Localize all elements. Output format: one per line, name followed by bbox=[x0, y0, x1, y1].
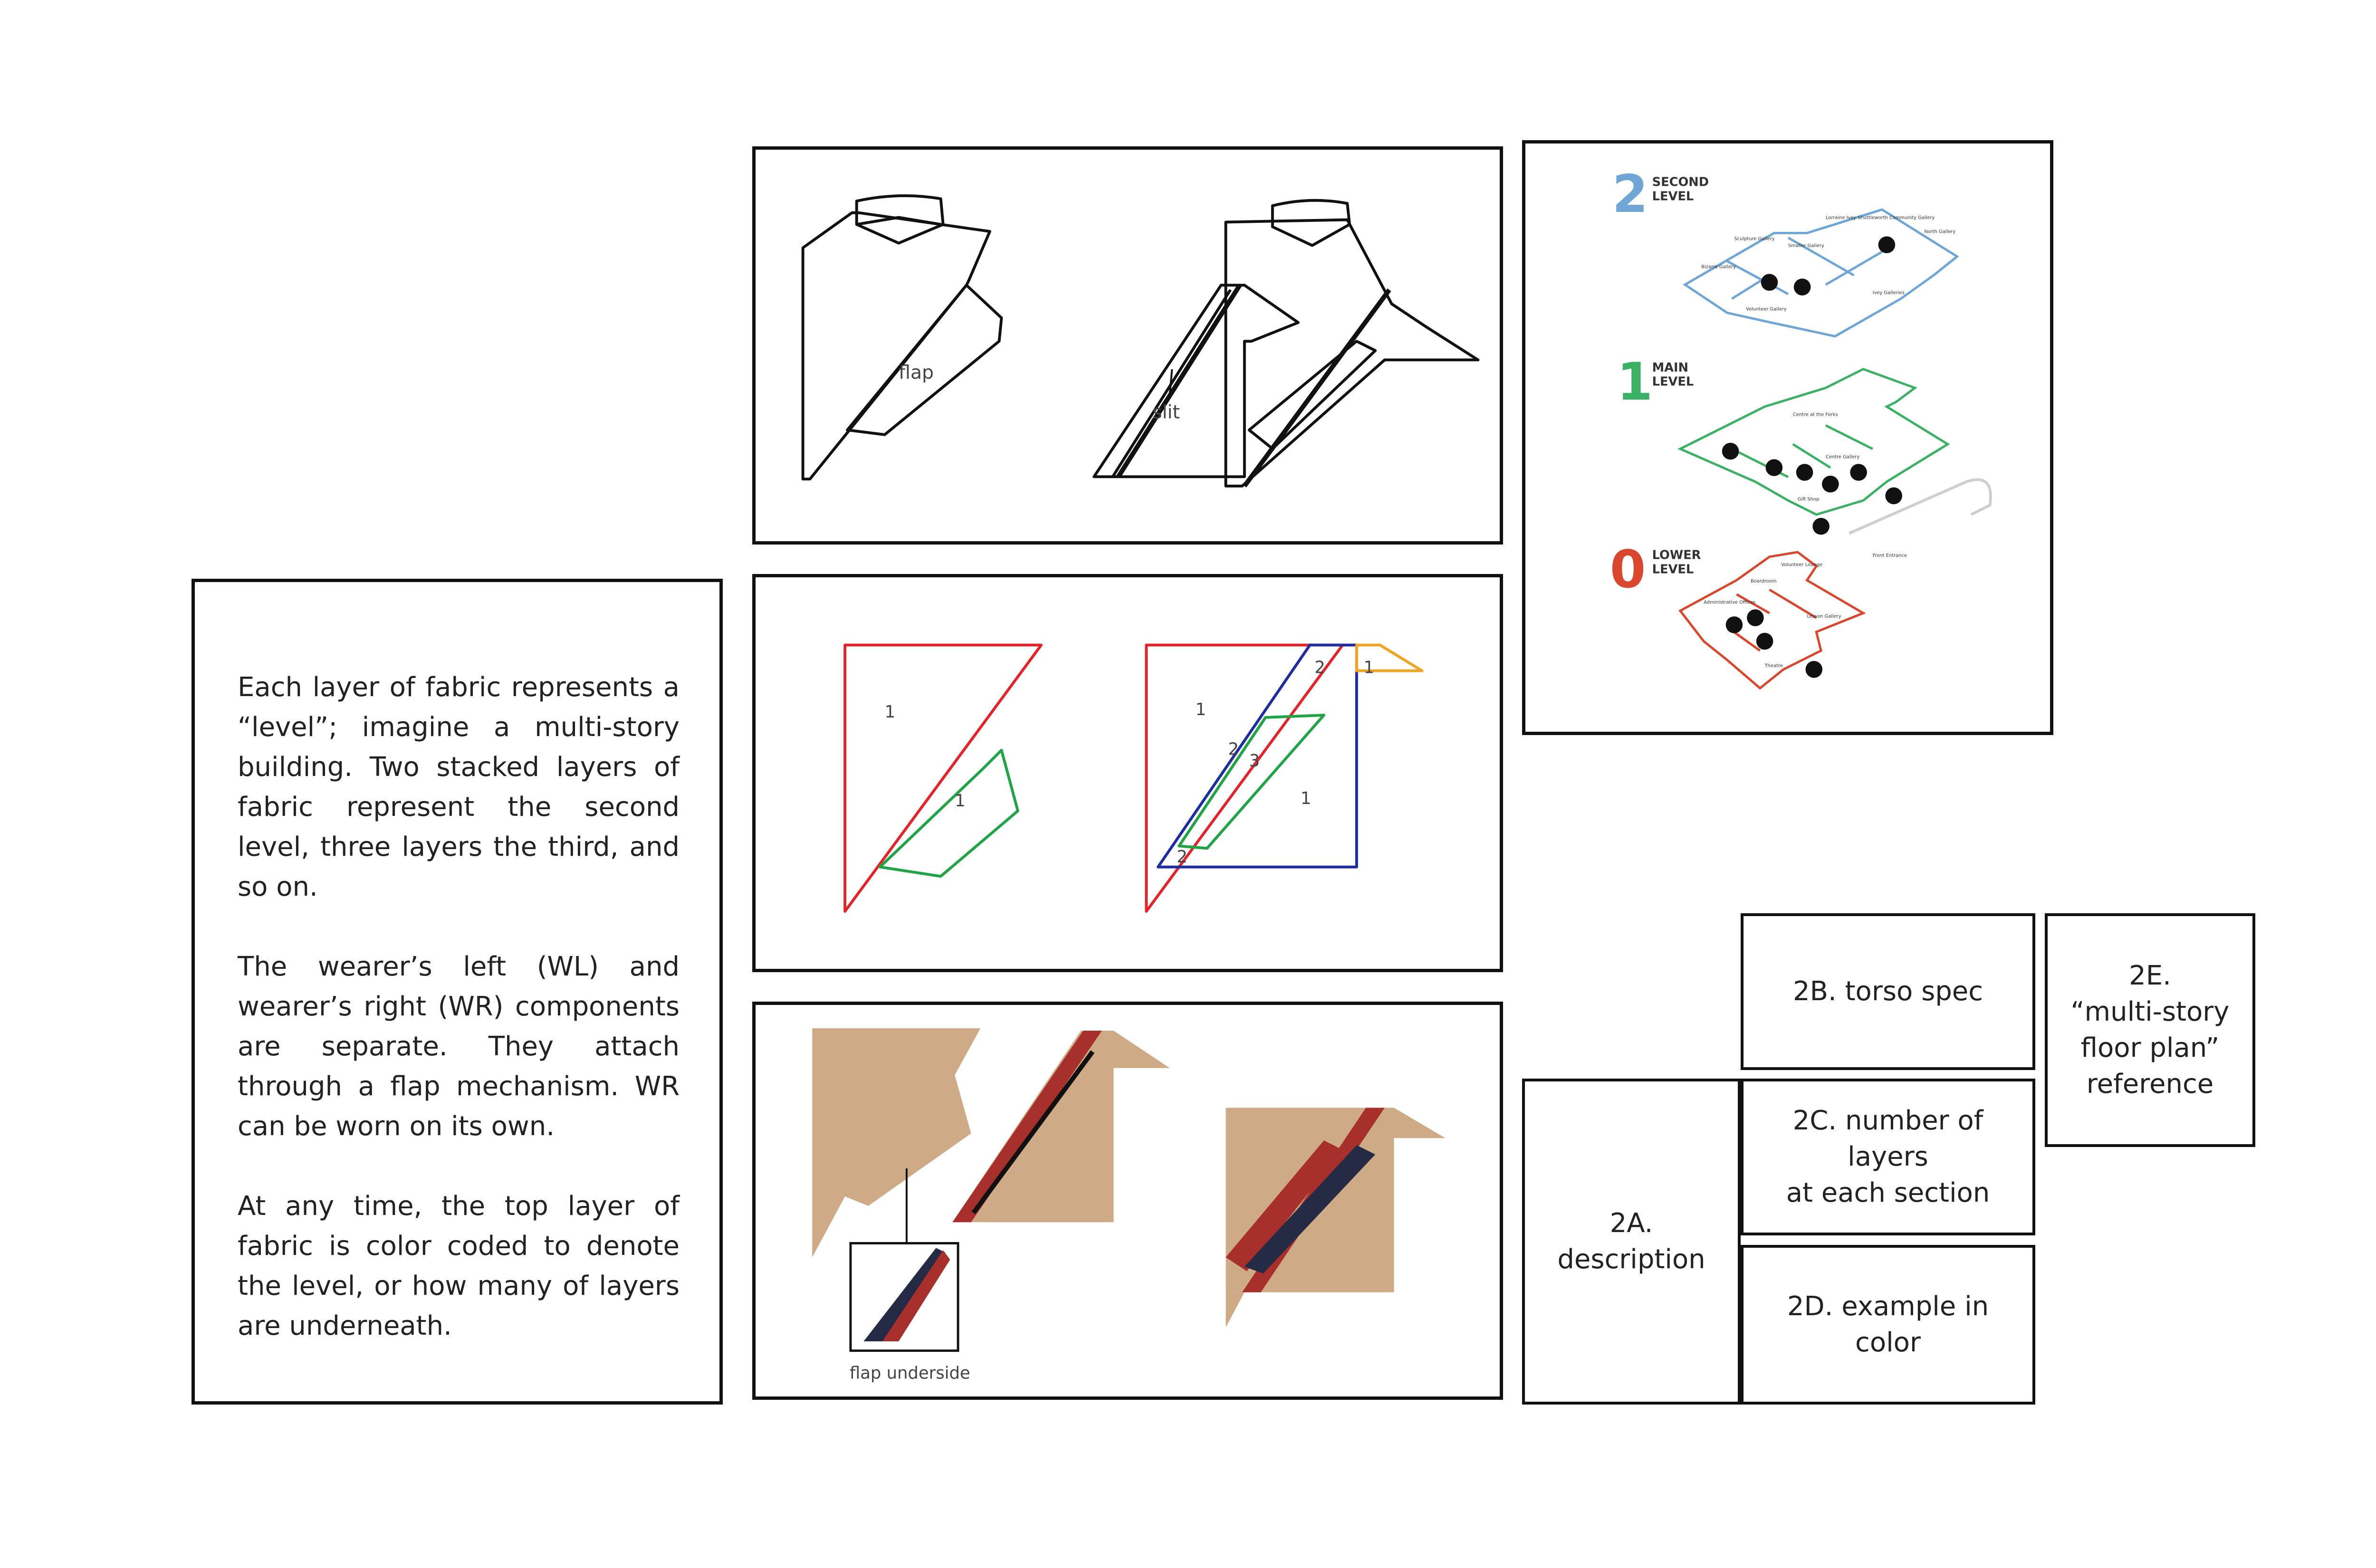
description-text: Each layer of fabric represents a “level… bbox=[238, 668, 680, 1386]
layer-label: 1 bbox=[955, 791, 966, 811]
legend-2e-text-2: floor plan” bbox=[2080, 1033, 2220, 1063]
left-red-outline bbox=[843, 643, 1043, 913]
floor-plan-drawing: 2 SECOND LEVEL Lorraine Ivey Shuttlewort… bbox=[1610, 164, 1992, 690]
icon-level2 bbox=[1878, 236, 1896, 253]
room-label: Volunteer Gallery bbox=[1746, 306, 1787, 312]
icon-level1 bbox=[1822, 475, 1839, 493]
right-green-flap bbox=[1178, 714, 1325, 850]
floor-plan-panel: 2 SECOND LEVEL Lorraine Ivey Shuttlewort… bbox=[1522, 140, 2053, 735]
icon-level2 bbox=[1793, 278, 1811, 296]
icon-level1 bbox=[1765, 459, 1783, 476]
flap-label: flap bbox=[899, 362, 934, 383]
description-panel: Each layer of fabric represents a “level… bbox=[192, 579, 723, 1405]
wl-fabric bbox=[812, 1028, 981, 1257]
collar-fold bbox=[856, 216, 941, 226]
torso-spec-panel: flap slit bbox=[752, 146, 1503, 545]
layer-label: 2 bbox=[1228, 740, 1239, 759]
layer-label: 2 bbox=[1177, 847, 1188, 867]
front-entrance-path bbox=[1849, 478, 1992, 535]
legend-2e-text-3: reference bbox=[2086, 1069, 2214, 1100]
room-label: Gift Shop bbox=[1798, 497, 1819, 502]
room-label: Boardroom bbox=[1751, 579, 1776, 584]
assembled-collar bbox=[1271, 199, 1351, 247]
level-1-name-2: LEVEL bbox=[1652, 374, 1694, 389]
legend-2c-text: 2C. number of layers bbox=[1792, 1105, 1983, 1172]
legend-2d: 2D. example in color bbox=[1741, 1245, 2035, 1405]
level-2-number: 2 bbox=[1612, 164, 1648, 224]
legend-2e-label: 2E. bbox=[2129, 960, 2171, 991]
flap-outline bbox=[846, 284, 1003, 436]
description-paragraph-3: At any time, the top layer of fabric is … bbox=[238, 1191, 680, 1341]
level-1-number: 1 bbox=[1617, 352, 1653, 412]
room-label: Sculpture Gallery bbox=[1734, 236, 1774, 241]
right-red-outline bbox=[1145, 643, 1344, 913]
icon-level1 bbox=[1850, 464, 1867, 481]
assembled-lower-tail bbox=[1226, 1292, 1245, 1328]
layer-label: 2 bbox=[1314, 658, 1325, 678]
layer-label: 1 bbox=[1301, 789, 1312, 808]
level-2-name: SECOND bbox=[1652, 175, 1709, 190]
underside-red bbox=[882, 1250, 950, 1341]
legend-2a-text: description bbox=[1557, 1244, 1705, 1275]
icon-level0 bbox=[1725, 616, 1743, 633]
room-label: Centre Gallery bbox=[1826, 454, 1859, 459]
icon-level0 bbox=[1805, 661, 1823, 678]
level-0-name: LOWER bbox=[1652, 548, 1701, 563]
icon-level0 bbox=[1756, 632, 1773, 650]
color-example-drawing: flap underside bbox=[812, 1028, 1446, 1383]
room-label: Ivey Galleries bbox=[1873, 290, 1905, 296]
room-label: North Gallery bbox=[1924, 229, 1955, 234]
icon-level1 bbox=[1812, 517, 1830, 535]
slit-line bbox=[1116, 284, 1242, 478]
room-label: Bizarre Gallery bbox=[1701, 265, 1736, 270]
wl-panel-outline bbox=[801, 211, 991, 481]
legend-2e: 2E. “multi-story floor plan” reference bbox=[2045, 913, 2255, 1147]
icon-level1 bbox=[1722, 442, 1739, 460]
color-example-panel: flap underside bbox=[752, 1002, 1503, 1400]
room-label: Smaller Gallery bbox=[1788, 243, 1824, 249]
legend-2c: 2C. number of layers at each section bbox=[1741, 1079, 2035, 1235]
room-label: Volunteer Lounge bbox=[1781, 563, 1822, 568]
icon-level2 bbox=[1761, 274, 1778, 291]
slit-label: slit bbox=[1152, 401, 1180, 423]
level-2-plan bbox=[1683, 208, 1959, 338]
flap-underside-label: flap underside bbox=[850, 1364, 970, 1383]
icon-level1 bbox=[1885, 487, 1902, 505]
level-1-plan bbox=[1677, 368, 1950, 516]
room-label: Theatre bbox=[1764, 663, 1783, 669]
layer-label: 1 bbox=[1364, 658, 1375, 678]
layer-label: 1 bbox=[1196, 700, 1207, 719]
level-0-name-2: LEVEL bbox=[1652, 562, 1694, 576]
layer-label: 1 bbox=[885, 702, 896, 722]
room-label: Lorraine Ivey Shuttleworth Community Gal… bbox=[1826, 215, 1935, 220]
layers-panel: 1 1 1 2 1 2 3 1 2 bbox=[752, 574, 1503, 972]
room-label: Administrative Offices bbox=[1704, 600, 1755, 605]
legend-2e-text: “multi-story bbox=[2070, 996, 2230, 1027]
torso-spec-drawing: flap slit bbox=[801, 194, 1480, 488]
legend-2b-text: 2B. torso spec bbox=[1792, 976, 1983, 1007]
wr-panel-outline bbox=[1092, 284, 1300, 478]
assembled-outline bbox=[1224, 218, 1480, 488]
assembled-slit-line bbox=[1242, 288, 1391, 488]
legend-2d-text: 2D. example in color bbox=[1787, 1291, 1989, 1358]
description-paragraph-2: The wearer’s left (WL) and wearer’s righ… bbox=[238, 951, 680, 1142]
legend-2a-label: 2A. bbox=[1610, 1208, 1653, 1239]
level-0-number: 0 bbox=[1610, 539, 1646, 600]
level-2-name-2: LEVEL bbox=[1652, 189, 1694, 203]
level-1-name: MAIN bbox=[1652, 361, 1688, 375]
room-label: Centre at the Forks bbox=[1793, 412, 1838, 418]
description-paragraph-1: Each layer of fabric represents a “level… bbox=[238, 672, 680, 902]
layers-diagram: 1 1 1 2 1 2 3 1 2 bbox=[843, 643, 1424, 913]
icon-level0 bbox=[1747, 609, 1764, 626]
room-label: Front Entrance bbox=[1873, 553, 1907, 558]
room-label: Lesson Gallery bbox=[1807, 614, 1841, 619]
icon-level1 bbox=[1796, 464, 1813, 481]
legend-2c-text-2: at each section bbox=[1786, 1177, 1990, 1208]
legend-2b: 2B. torso spec bbox=[1741, 913, 2035, 1070]
legend-2a: 2A. description bbox=[1522, 1079, 1741, 1405]
layer-label: 3 bbox=[1249, 751, 1260, 771]
